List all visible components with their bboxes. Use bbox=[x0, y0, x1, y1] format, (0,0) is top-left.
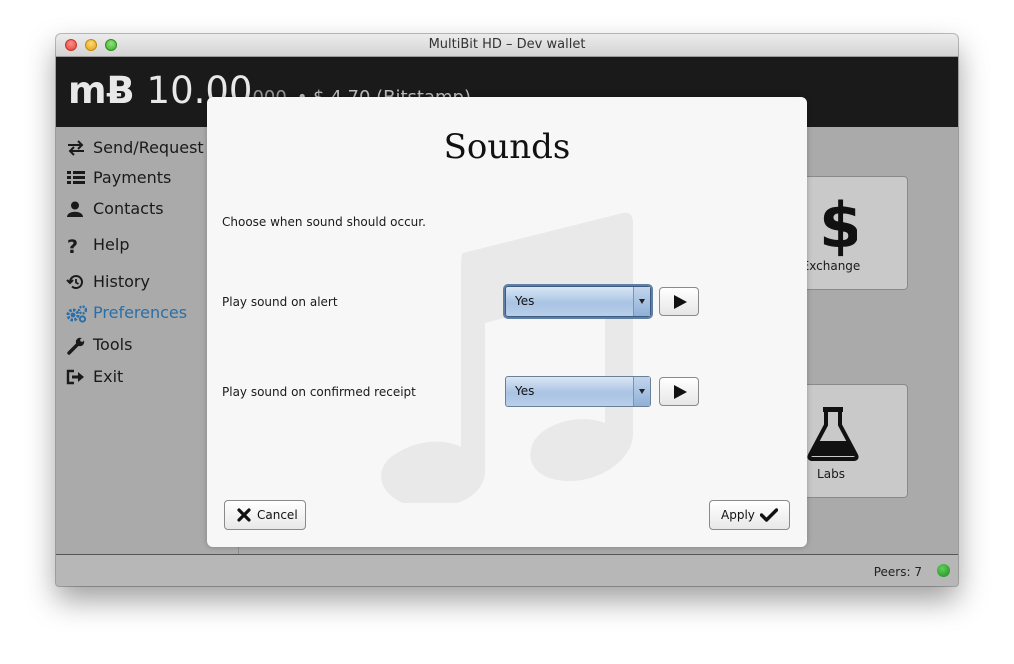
dialog-instructions: Choose when sound should occur. bbox=[222, 215, 426, 229]
question-icon: ? bbox=[67, 237, 78, 255]
music-note-icon bbox=[381, 212, 633, 503]
receipt-sound-select[interactable]: Yes bbox=[505, 376, 651, 407]
sidebar-item-label: Exit bbox=[93, 367, 124, 386]
play-icon bbox=[674, 295, 687, 309]
svg-text:?: ? bbox=[67, 237, 78, 255]
user-icon bbox=[67, 201, 83, 217]
check-icon bbox=[760, 508, 778, 522]
receipt-sound-label: Play sound on confirmed receipt bbox=[222, 385, 416, 399]
gears-icon bbox=[66, 305, 88, 323]
chevron-down-icon bbox=[633, 287, 650, 316]
dialog-title: Sounds bbox=[443, 127, 571, 167]
close-icon bbox=[237, 508, 251, 522]
list-icon bbox=[67, 171, 85, 184]
alert-sound-label: Play sound on alert bbox=[222, 295, 338, 309]
history-icon bbox=[66, 275, 83, 290]
play-receipt-sound-button[interactable] bbox=[659, 377, 699, 406]
svg-text:$: $ bbox=[819, 193, 857, 257]
sidebar-item-label: Payments bbox=[93, 168, 172, 187]
cancel-button-label: Cancel bbox=[257, 508, 298, 522]
sidebar-item-label: Tools bbox=[93, 335, 133, 354]
sidebar-item-label: Help bbox=[93, 235, 130, 254]
title-bar: MultiBit HD – Dev wallet bbox=[56, 34, 958, 57]
play-icon bbox=[674, 385, 687, 399]
status-bar: Peers: 7 bbox=[56, 554, 958, 586]
apply-button-label: Apply bbox=[721, 508, 755, 522]
dollar-icon: $ bbox=[819, 193, 857, 257]
sidebar-item-label: History bbox=[93, 272, 150, 291]
receipt-sound-value: Yes bbox=[515, 384, 535, 398]
window-title: MultiBit HD – Dev wallet bbox=[428, 37, 586, 52]
bitcoin-symbol: mɃ bbox=[68, 69, 135, 112]
play-alert-sound-button[interactable] bbox=[659, 287, 699, 316]
chevron-down-icon bbox=[633, 377, 650, 406]
flask-icon bbox=[807, 407, 859, 461]
peer-status-indicator bbox=[937, 564, 950, 577]
apply-button[interactable]: Apply bbox=[709, 500, 790, 530]
sidebar-item-label: Contacts bbox=[93, 199, 164, 218]
alert-sound-value: Yes bbox=[515, 294, 535, 308]
sign-out-icon bbox=[66, 369, 84, 385]
cancel-button[interactable]: Cancel bbox=[224, 500, 306, 530]
exchange-arrows-icon bbox=[68, 140, 84, 156]
wrench-icon bbox=[67, 337, 85, 355]
sidebar-item-label: Send/Request bbox=[93, 138, 204, 157]
alert-sound-select[interactable]: Yes bbox=[505, 286, 651, 317]
sounds-dialog: Sounds Choose when sound should occur. P… bbox=[207, 97, 807, 547]
peers-status: Peers: 7 bbox=[873, 565, 922, 579]
sidebar-item-label: Preferences bbox=[93, 303, 188, 322]
